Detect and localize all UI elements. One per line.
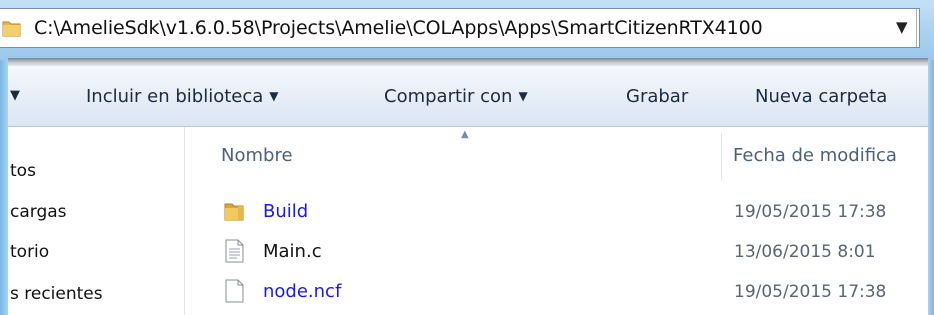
column-header-date-modified[interactable]: Fecha de modifica xyxy=(733,145,897,166)
column-separator[interactable] xyxy=(721,133,722,181)
address-dropdown-chevron-down-icon[interactable]: ▼ xyxy=(896,18,908,36)
address-bar-area: C:\AmelieSdk\v1.6.0.58\Projects\Amelie\C… xyxy=(0,0,934,60)
column-header-name[interactable]: Nombre xyxy=(221,145,293,166)
command-toolbar: ▼ Incluir en biblioteca ▼ Compartir con ▼ … xyxy=(8,66,928,127)
file-row[interactable]: Build 19/05/2015 17:38 xyxy=(185,197,928,227)
file-name[interactable]: Build xyxy=(263,201,308,222)
file-row[interactable]: node.ncf 19/05/2015 17:38 xyxy=(185,277,928,307)
toolbar-separator xyxy=(8,58,928,66)
file-list-pane: ▲ Nombre Fecha de modifica Build 19/05/2… xyxy=(185,127,928,315)
file-date: 13/06/2015 8:01 xyxy=(734,242,876,262)
new-folder-button[interactable]: Nueva carpeta xyxy=(755,86,887,107)
chevron-down-icon: ▼ xyxy=(269,89,279,103)
folder-icon xyxy=(2,21,21,37)
chevron-down-icon: ▼ xyxy=(518,89,528,103)
address-bar[interactable]: C:\AmelieSdk\v1.6.0.58\Projects\Amelie\C… xyxy=(0,8,920,48)
file-date: 19/05/2015 17:38 xyxy=(734,282,887,302)
nav-item-favorites[interactable]: tos xyxy=(10,161,36,181)
share-with-label: Compartir con xyxy=(384,86,513,107)
text-file-icon xyxy=(225,239,244,263)
include-in-library-label: Incluir en biblioteca xyxy=(86,86,264,107)
file-row[interactable]: Main.c 13/06/2015 8:01 xyxy=(185,237,928,267)
file-date: 19/05/2015 17:38 xyxy=(734,202,887,222)
share-with-button[interactable]: Compartir con ▼ xyxy=(384,86,528,107)
burn-button[interactable]: Grabar xyxy=(626,86,688,107)
navigation-pane: tos cargas torio s recientes xyxy=(8,127,185,315)
file-name[interactable]: Main.c xyxy=(263,241,322,262)
address-path[interactable]: C:\AmelieSdk\v1.6.0.58\Projects\Amelie\C… xyxy=(34,17,763,39)
nav-item-downloads[interactable]: cargas xyxy=(10,202,67,222)
file-icon xyxy=(225,279,244,303)
nav-item-desktop[interactable]: torio xyxy=(10,242,49,262)
sort-up-icon: ▲ xyxy=(461,129,469,140)
address-divider xyxy=(916,9,917,47)
include-in-library-button[interactable]: Incluir en biblioteca ▼ xyxy=(86,86,279,107)
nav-item-recent-places[interactable]: s recientes xyxy=(10,284,103,304)
organize-chevron-down-icon[interactable]: ▼ xyxy=(10,88,20,103)
folder-icon xyxy=(224,203,244,221)
file-name[interactable]: node.ncf xyxy=(263,281,341,302)
